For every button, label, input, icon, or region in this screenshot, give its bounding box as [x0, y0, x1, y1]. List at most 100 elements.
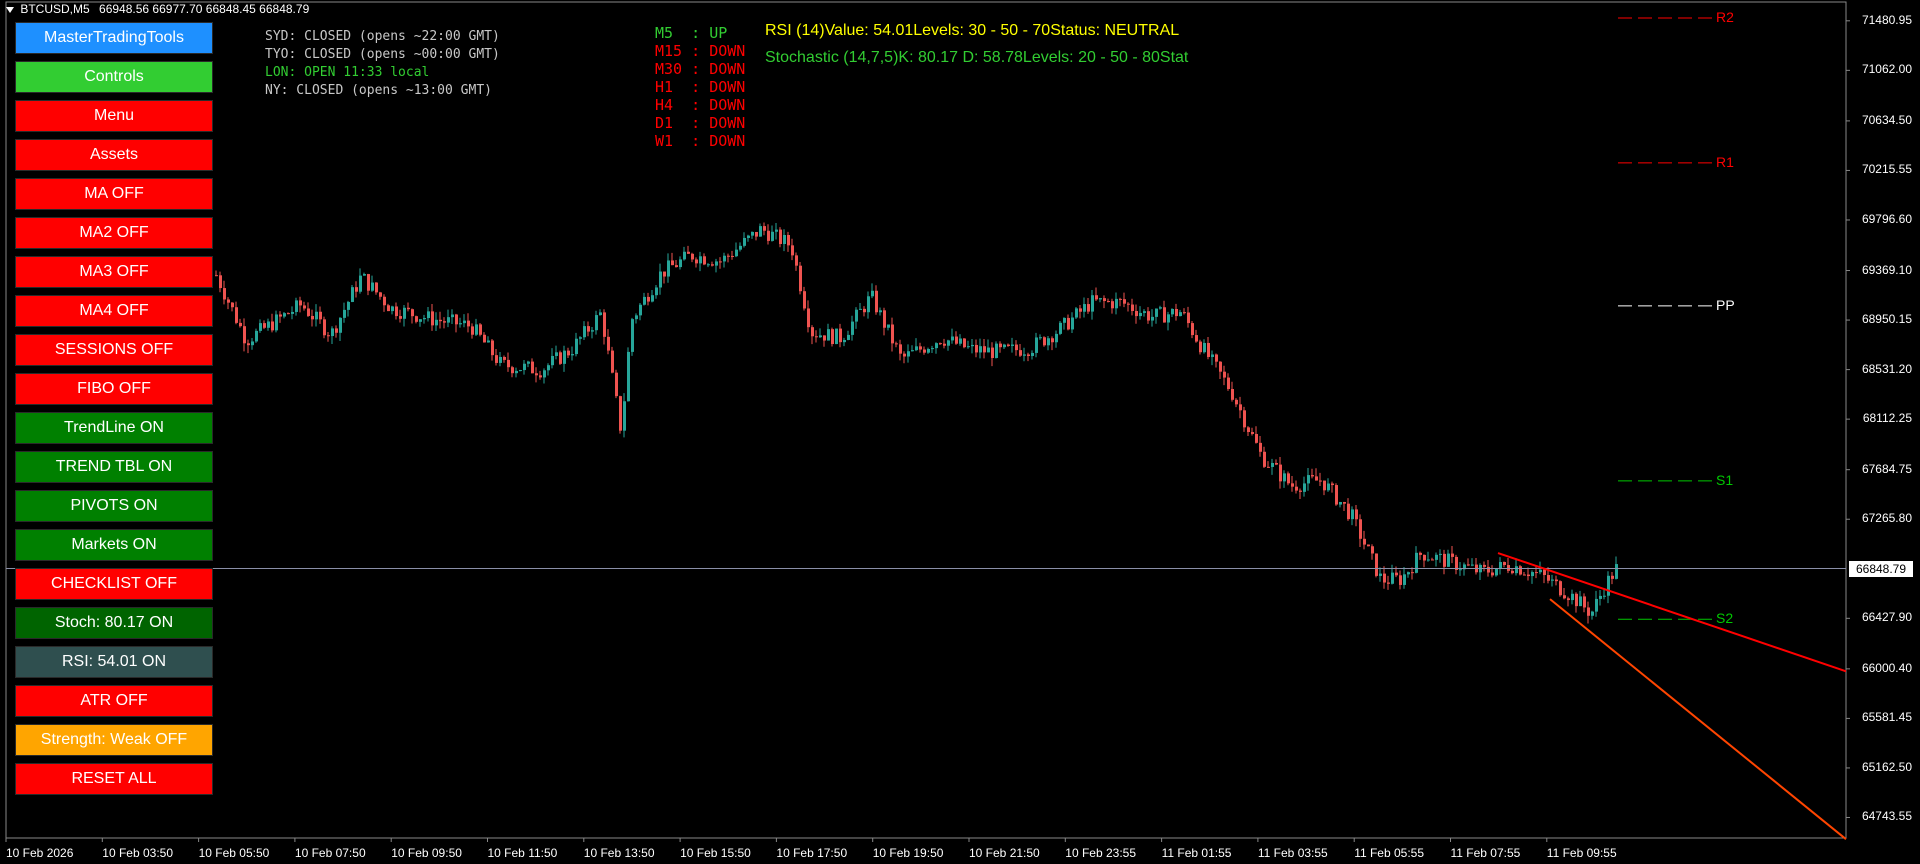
price-tick-label: 65162.50 [1861, 759, 1912, 774]
candle-body [747, 235, 750, 238]
candle-body [443, 321, 446, 323]
candle-body [1599, 595, 1602, 599]
candle-body [787, 235, 790, 246]
candle-body [919, 346, 922, 350]
candle-body [1327, 483, 1330, 491]
price-chart[interactable] [0, 0, 1920, 864]
candle-body [827, 329, 830, 341]
ma4-off-button[interactable]: MA4 OFF [15, 295, 213, 327]
candle-body [1507, 565, 1510, 571]
candle-body [715, 261, 718, 266]
pivots-on-button[interactable]: PIVOTS ON [15, 490, 213, 522]
strength-weak-off-button[interactable]: Strength: Weak OFF [15, 724, 213, 756]
pivot-label-s2: S2 [1716, 610, 1734, 627]
trend-row: H1 : DOWN [655, 78, 745, 96]
candle-body [671, 260, 674, 266]
trend-timeframe: M30 [655, 60, 683, 78]
candle-body [355, 287, 358, 292]
candle-body [1255, 433, 1258, 443]
candle-body [731, 255, 734, 257]
candle-body [1135, 310, 1138, 317]
candle-body [1495, 568, 1498, 576]
candle-body [1519, 566, 1522, 575]
trend-direction: DOWN [709, 78, 746, 96]
assets-button[interactable]: Assets [15, 139, 213, 171]
candle-body [1083, 304, 1086, 312]
sessions-off-button[interactable]: SESSIONS OFF [15, 334, 213, 366]
candle-body [1603, 595, 1606, 597]
candle-body [1227, 377, 1230, 390]
candle-body [1343, 502, 1346, 504]
candle-body [723, 255, 726, 262]
candle-body [539, 375, 542, 378]
candle-body [227, 299, 230, 303]
candle-body [1275, 462, 1278, 465]
candle-body [1395, 572, 1398, 576]
candle-body [755, 231, 758, 237]
chart-frame [5, 1, 1847, 839]
candle-body [491, 340, 494, 356]
candle-body [1263, 451, 1266, 467]
rsi-readout: RSI (14)Value: 54.01Levels: 30 - 50 - 70… [765, 22, 1180, 39]
ma2-off-button[interactable]: MA2 OFF [15, 217, 213, 249]
candle-body [979, 346, 982, 353]
chart-canvas[interactable] [0, 0, 1920, 864]
price-tick-label: 69369.10 [1861, 262, 1912, 277]
candle-body [767, 230, 770, 241]
ma3-off-button[interactable]: MA3 OFF [15, 256, 213, 288]
candle-body [895, 343, 898, 345]
rsi-54-01-on-button[interactable]: RSI: 54.01 ON [15, 646, 213, 678]
candle-body [959, 338, 962, 344]
candle-body [463, 320, 466, 324]
dropdown-triangle-icon[interactable] [6, 6, 14, 13]
candle-body [1067, 317, 1070, 330]
candle-body [711, 264, 714, 266]
candle-body [1303, 483, 1306, 492]
candle-body [1563, 595, 1566, 599]
checklist-off-button[interactable]: CHECKLIST OFF [15, 568, 213, 600]
candle-body [1075, 308, 1078, 318]
mastertradingtools-button[interactable]: MasterTradingTools [15, 22, 213, 54]
candle-body [587, 326, 590, 332]
candle-body [995, 343, 998, 358]
trend-row: M5 : UP [655, 24, 745, 42]
candle-body [1199, 341, 1202, 353]
candle-body [1419, 552, 1422, 555]
trend-tbl-on-button[interactable]: TREND TBL ON [15, 451, 213, 483]
candle-body [819, 335, 822, 338]
time-tick-label: 10 Feb 03:50 [102, 846, 174, 860]
stoch-80-17-on-button[interactable]: Stoch: 80.17 ON [15, 607, 213, 639]
trendline-on-button[interactable]: TrendLine ON [15, 412, 213, 444]
trend-row: M15 : DOWN [655, 42, 745, 60]
candle-body [859, 308, 862, 310]
candle-body [727, 255, 730, 257]
reset-all-button[interactable]: RESET ALL [15, 763, 213, 795]
candle-body [499, 356, 502, 363]
atr-off-button[interactable]: ATR OFF [15, 685, 213, 717]
candle-body [1319, 480, 1322, 482]
candle-body [327, 335, 330, 337]
trend-direction: DOWN [709, 96, 746, 114]
candle-body [1391, 572, 1394, 584]
candle-body [367, 274, 370, 291]
candle-body [1063, 317, 1066, 323]
trend-separator: : [682, 96, 710, 114]
fibo-off-button[interactable]: FIBO OFF [15, 373, 213, 405]
ohlc-values: 66948.56 66977.70 66848.45 66848.79 [99, 2, 310, 16]
markets-on-button[interactable]: Markets ON [15, 529, 213, 561]
candle-body [287, 313, 290, 315]
menu-button[interactable]: Menu [15, 100, 213, 132]
candle-body [435, 319, 438, 326]
controls-button[interactable]: Controls [15, 61, 213, 93]
trend-timeframe: D1 [655, 114, 683, 132]
candle-body [247, 343, 250, 346]
candle-body [475, 324, 478, 335]
candle-body [267, 321, 270, 328]
candle-body [447, 317, 450, 323]
candle-body [1311, 475, 1314, 477]
candle-body [479, 324, 482, 335]
ma-off-button[interactable]: MA OFF [15, 178, 213, 210]
candle-body [1455, 556, 1458, 570]
candle-body [1483, 564, 1486, 567]
candle-body [799, 265, 802, 292]
